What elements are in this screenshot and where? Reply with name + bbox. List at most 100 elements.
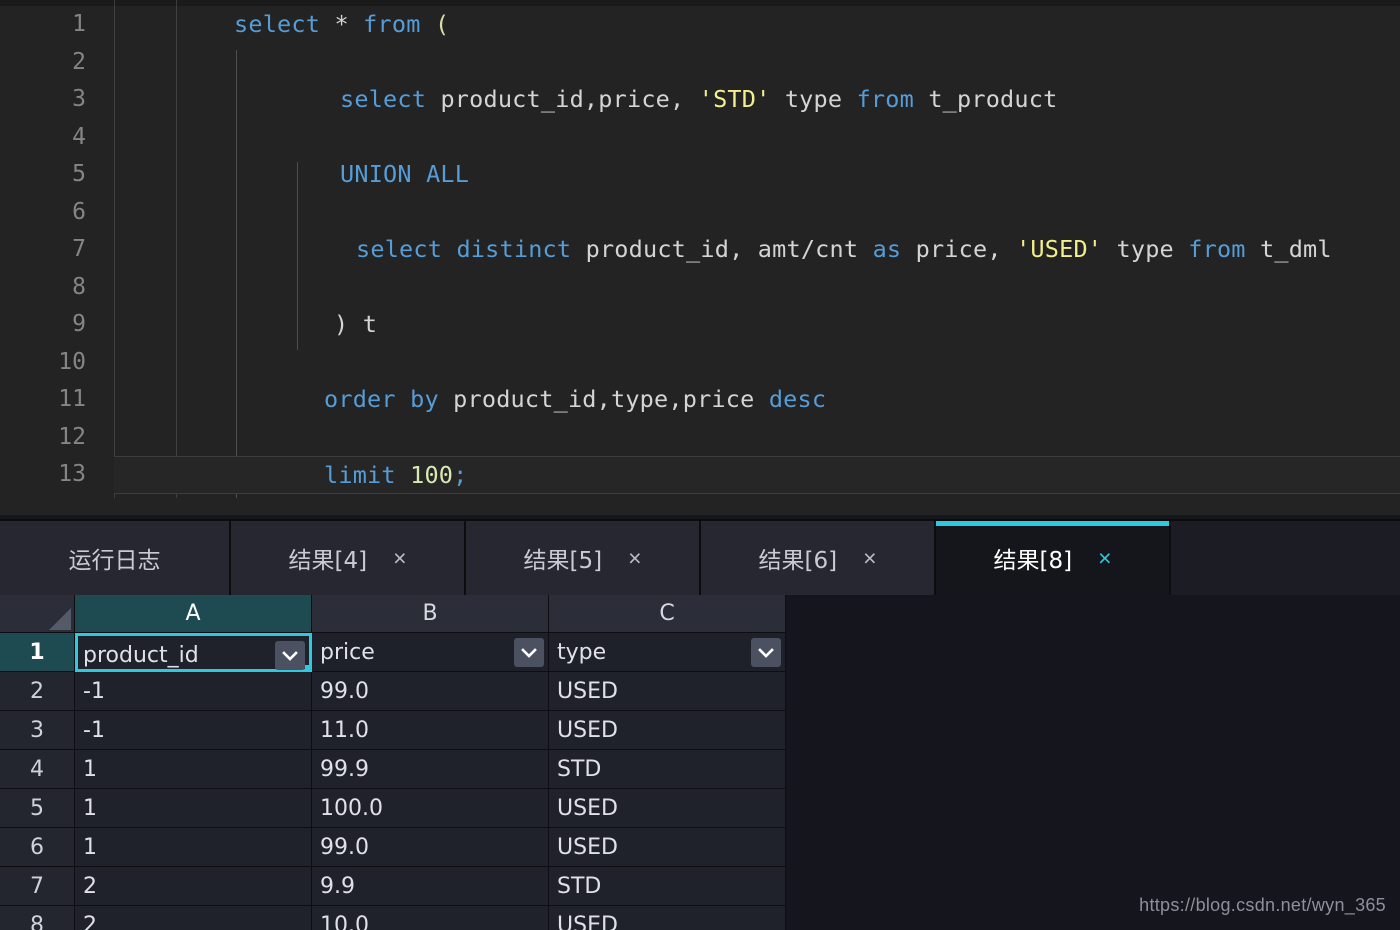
result-tab-label: 结果[5] [523,548,603,574]
editor-gutter: 1 2 3 4 5 6 7 8 9 10 11 12 13 [0,6,114,515]
grid-cell[interactable]: USED [549,828,786,867]
cell-value: 10.0 [320,913,369,930]
code-line[interactable] [114,419,1400,457]
result-tab-bar[interactable]: 运行日志 结果[4] × 结果[5] × 结果[6] × 结果[8] × [0,519,1400,595]
grid-cell[interactable]: 10.0 [312,906,549,930]
grid-cell[interactable]: 1 [75,828,312,867]
grid-cell[interactable]: type [549,633,786,672]
code-line[interactable] [114,44,1400,82]
column-header-a[interactable]: A [75,595,312,633]
table-row[interactable]: 7 2 9.9 STD [0,867,786,906]
code-token: t_product [913,85,1058,113]
grid-cell[interactable]: -1 [75,672,312,711]
table-row[interactable]: 4 1 99.9 STD [0,750,786,789]
row-header[interactable]: 4 [0,750,75,789]
table-row[interactable]: 2 -1 99.0 USED [0,672,786,711]
table-row[interactable]: 5 1 100.0 USED [0,789,786,828]
result-tab[interactable]: 结果[6] × [701,521,936,595]
code-token: ( [434,10,450,38]
close-icon[interactable]: × [863,546,876,570]
table-row[interactable]: 6 1 99.0 USED [0,828,786,867]
result-grid-panel[interactable]: A B C 1 product_id price type 2 -1 99.0 USED 3 -1 11.… [0,595,1400,930]
code-line[interactable]: select distinct product_id, amt/cnt as p… [114,231,1400,269]
grid-cell[interactable]: 99.0 [312,672,549,711]
editor-code-area[interactable]: select * from ( select product_id,price, … [114,6,1400,515]
result-tab[interactable]: 结果[4] × [231,521,466,595]
code-line[interactable] [114,194,1400,232]
cell-value: STD [557,874,602,899]
row-header[interactable]: 6 [0,828,75,867]
code-line[interactable] [114,344,1400,382]
result-tab-label: 结果[8] [993,548,1073,574]
cell-value: type [557,640,607,665]
grid-cell[interactable]: USED [549,789,786,828]
cell-value: 99.9 [320,757,369,782]
table-row[interactable]: 8 2 10.0 USED [0,906,786,930]
cell-value: -1 [83,679,105,704]
cell-value: USED [557,796,618,821]
grid-cell[interactable]: 100.0 [312,789,549,828]
row-header[interactable]: 5 [0,789,75,828]
column-header-c[interactable]: C [549,595,786,633]
code-editor[interactable]: 1 2 3 4 5 6 7 8 9 10 11 12 13 select * from (select … [0,0,1400,515]
grid-cell[interactable]: 99.0 [312,828,549,867]
grid-cell[interactable]: 1 [75,750,312,789]
code-line[interactable]: ) t [114,306,1400,344]
code-line[interactable]: select product_id,price, 'STD' type from… [114,81,1400,119]
cell-value: 2 [83,874,97,899]
code-line[interactable]: limit 100; [114,456,1400,494]
grid-cell[interactable]: 1 [75,789,312,828]
code-line[interactable]: select * from ( [114,6,1400,44]
code-token: ) t [334,310,378,338]
code-line[interactable] [114,119,1400,157]
code-line[interactable]: UNION ALL [114,156,1400,194]
line-number: 10 [58,348,86,375]
close-icon[interactable]: × [628,546,641,570]
line-number: 9 [72,311,86,337]
row-header[interactable]: 3 [0,711,75,750]
row-header[interactable]: 7 [0,867,75,906]
cell-value: USED [557,679,618,704]
grid-cell[interactable]: price [312,633,549,672]
result-tab[interactable]: 结果[8] × [936,521,1171,595]
code-token: product_id, amt/cnt [571,235,873,263]
grid-cell[interactable]: 9.9 [312,867,549,906]
result-tab[interactable]: 运行日志 [0,521,231,595]
code-line[interactable] [114,269,1400,307]
grid-cell[interactable]: 99.9 [312,750,549,789]
close-icon[interactable]: × [1098,546,1111,570]
chevron-down-icon[interactable] [514,638,544,667]
cell-value: USED [557,913,618,930]
select-all-corner[interactable] [0,595,75,633]
result-tab[interactable]: 结果[5] × [466,521,701,595]
table-row[interactable]: 1 product_id price type [0,633,786,674]
column-header-b[interactable]: B [312,595,549,633]
line-number: 1 [72,11,86,37]
row-header[interactable]: 8 [0,906,75,930]
result-grid[interactable]: A B C 1 product_id price type 2 -1 99.0 USED 3 -1 11.… [0,595,786,930]
grid-cell[interactable]: 11.0 [312,711,549,750]
table-row[interactable]: 3 -1 11.0 USED [0,711,786,750]
line-number: 12 [58,423,86,450]
grid-cell[interactable]: STD [549,867,786,906]
row-header[interactable]: 1 [0,633,75,672]
grid-cell[interactable]: product_id [75,633,314,674]
code-line[interactable]: order by product_id,type,price desc [114,381,1400,419]
grid-cell[interactable]: 2 [75,906,312,930]
grid-cell[interactable]: USED [549,672,786,711]
code-token: desc [768,385,827,413]
close-icon[interactable]: × [393,546,406,570]
chevron-down-icon[interactable] [275,641,305,670]
chevron-down-icon[interactable] [751,638,781,667]
grid-cell[interactable]: 2 [75,867,312,906]
cell-value: 11.0 [320,718,369,743]
grid-cell[interactable]: STD [549,750,786,789]
grid-cell[interactable]: USED [549,711,786,750]
result-tab-label: 结果[6] [758,548,838,574]
grid-cell[interactable]: USED [549,906,786,930]
row-header[interactable]: 2 [0,672,75,711]
grid-cell[interactable]: -1 [75,711,312,750]
